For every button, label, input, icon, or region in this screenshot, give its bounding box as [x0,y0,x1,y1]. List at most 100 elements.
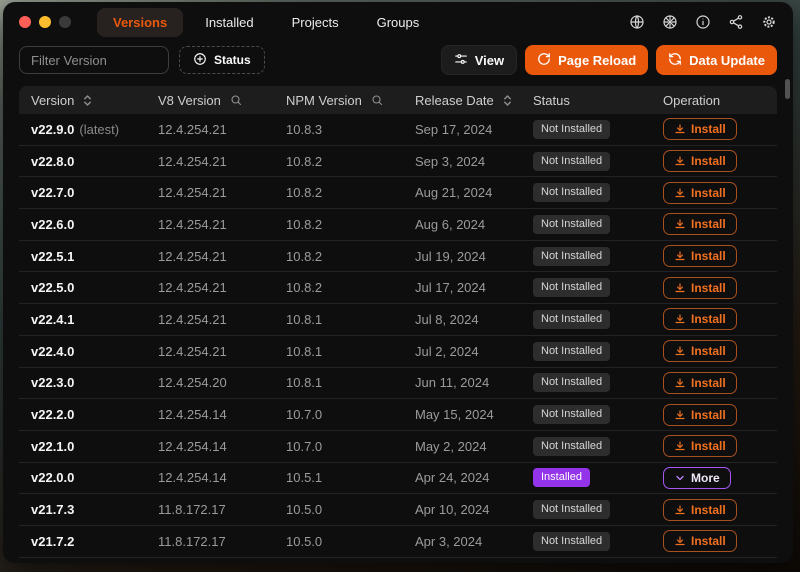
page-reload-label: Page Reload [558,52,637,68]
tab-projects[interactable]: Projects [276,8,355,37]
traffic-lights [19,16,71,28]
install-button[interactable]: Install [663,118,737,141]
column-header-npm-version[interactable]: NPM Version [274,93,403,108]
status-badge: Not Installed [533,341,611,361]
operation-label: Install [691,375,726,390]
install-button[interactable]: Install [663,371,737,394]
column-header-release-date[interactable]: Release Date [403,93,521,108]
table-row[interactable]: v22.4.1 12.4.254.21 10.8.1 Jul 8, 2024 N… [19,304,777,336]
share-icon[interactable] [728,14,744,30]
version-label: v21.7.3 [31,502,75,518]
column-header-v8-version[interactable]: V8 Version [146,93,274,108]
npm-version-value: 10.8.1 [286,343,323,359]
release-date-value: Aug 21, 2024 [415,185,493,201]
tab-installed[interactable]: Installed [189,8,269,37]
install-button[interactable]: Install [663,150,737,173]
table-row[interactable]: v22.2.0 12.4.254.14 10.7.0 May 15, 2024 … [19,399,777,431]
table-row[interactable]: v22.5.0 12.4.254.21 10.8.2 Jul 17, 2024 … [19,272,777,305]
table-row[interactable]: v21.7.2 11.8.172.17 10.5.0 Apr 3, 2024 N… [19,526,777,558]
version-label: v22.4.1 [31,311,75,327]
release-date-value: Apr 3, 2024 [415,533,483,549]
scrollbar-thumb[interactable] [785,79,790,99]
table-row[interactable]: v22.3.0 12.4.254.20 10.8.1 Jun 11, 2024 … [19,368,777,400]
rotate-cw-icon [537,52,551,69]
table-row[interactable]: v22.1.0 12.4.254.14 10.7.0 May 2, 2024 N… [19,431,777,463]
download-icon [674,250,686,262]
install-button[interactable]: Install [663,435,737,458]
more-button[interactable]: More [663,466,731,489]
sort-icon[interactable] [503,94,512,107]
refresh-ccw-icon [668,52,682,69]
table-row[interactable]: v22.8.0 12.4.254.21 10.8.2 Sep 3, 2024 N… [19,146,777,178]
npm-version-value: 10.8.3 [286,121,323,137]
version-label: v22.3.0 [31,375,75,391]
version-tag: (latest) [79,121,120,137]
release-date-value: Jul 19, 2024 [415,248,486,264]
info-icon[interactable] [695,14,711,30]
download-icon [674,313,686,325]
v8-version-value: 11.8.172.17 [158,533,226,549]
status-badge: Not Installed [533,531,611,551]
status-badge: Not Installed [533,183,611,203]
column-header-version[interactable]: Version [19,93,146,108]
v8-version-value: 12.4.254.14 [158,407,227,423]
npm-version-value: 10.8.2 [286,153,323,169]
table-row[interactable]: v22.7.0 12.4.254.21 10.8.2 Aug 21, 2024 … [19,177,777,210]
close-button[interactable] [19,16,31,28]
main-tabs: Versions Installed Projects Groups [97,7,436,37]
install-button[interactable]: Install [663,245,737,268]
npm-version-value: 10.5.1 [286,470,323,486]
chevron-down-icon [674,472,686,484]
color-wheel-icon[interactable] [662,14,678,30]
table-row[interactable]: v22.6.0 12.4.254.21 10.8.2 Aug 6, 2024 N… [19,209,777,241]
npm-version-value: 10.8.2 [286,216,323,232]
status-badge: Not Installed [533,278,611,298]
v8-version-value: 12.4.254.21 [158,280,227,296]
download-icon [674,155,686,167]
operation-label: Install [691,217,726,232]
settings-icon[interactable] [761,14,777,30]
status-badge: Not Installed [533,151,611,171]
zoom-button[interactable] [59,16,71,28]
download-icon [674,187,686,199]
install-button[interactable]: Install [663,340,737,363]
install-button[interactable]: Install [663,530,737,553]
install-button[interactable]: Install [663,403,737,426]
install-button[interactable]: Install [663,276,737,299]
search-icon[interactable] [371,94,383,106]
toolbar: Status View Page Reload [3,42,793,86]
download-icon [674,282,686,294]
status-badge: Not Installed [533,119,611,139]
download-icon [674,409,686,421]
table-row[interactable]: v22.5.1 12.4.254.21 10.8.2 Jul 19, 2024 … [19,241,777,273]
status-filter-label: Status [214,53,251,67]
search-icon[interactable] [230,94,242,106]
data-update-button[interactable]: Data Update [656,45,777,75]
status-filter-button[interactable]: Status [179,46,265,74]
install-button[interactable]: Install [663,213,737,236]
version-label: v22.7.0 [31,185,75,201]
version-label: v22.0.0 [31,470,75,486]
table-row[interactable]: v22.4.0 12.4.254.21 10.8.1 Jul 2, 2024 N… [19,336,777,368]
version-label: v22.2.0 [31,407,75,423]
minimize-button[interactable] [39,16,51,28]
table-row[interactable]: v22.0.0 12.4.254.14 10.5.1 Apr 24, 2024 … [19,463,777,495]
table-row[interactable]: v21.7.3 11.8.172.17 10.5.0 Apr 10, 2024 … [19,494,777,526]
tab-groups[interactable]: Groups [361,8,436,37]
desktop-background: Versions Installed Projects Groups Filte… [0,0,800,572]
globe-icon[interactable] [629,14,645,30]
download-icon [674,377,686,389]
install-button[interactable]: Install [663,308,737,331]
status-badge: Installed [533,468,590,488]
tab-versions[interactable]: Versions [97,7,184,37]
version-label: v22.9.0 [31,121,75,137]
filter-version-input[interactable] [19,46,169,74]
view-button[interactable]: View [440,45,518,75]
table-row[interactable]: v22.9.0 (latest) 12.4.254.21 10.8.3 Sep 1… [19,114,777,146]
operation-label: Install [691,344,726,359]
install-button[interactable]: Install [663,498,737,521]
sort-icon[interactable] [83,94,92,107]
page-reload-button[interactable]: Page Reload [525,45,649,75]
install-button[interactable]: Install [663,181,737,204]
release-date-value: Sep 17, 2024 [415,121,493,137]
